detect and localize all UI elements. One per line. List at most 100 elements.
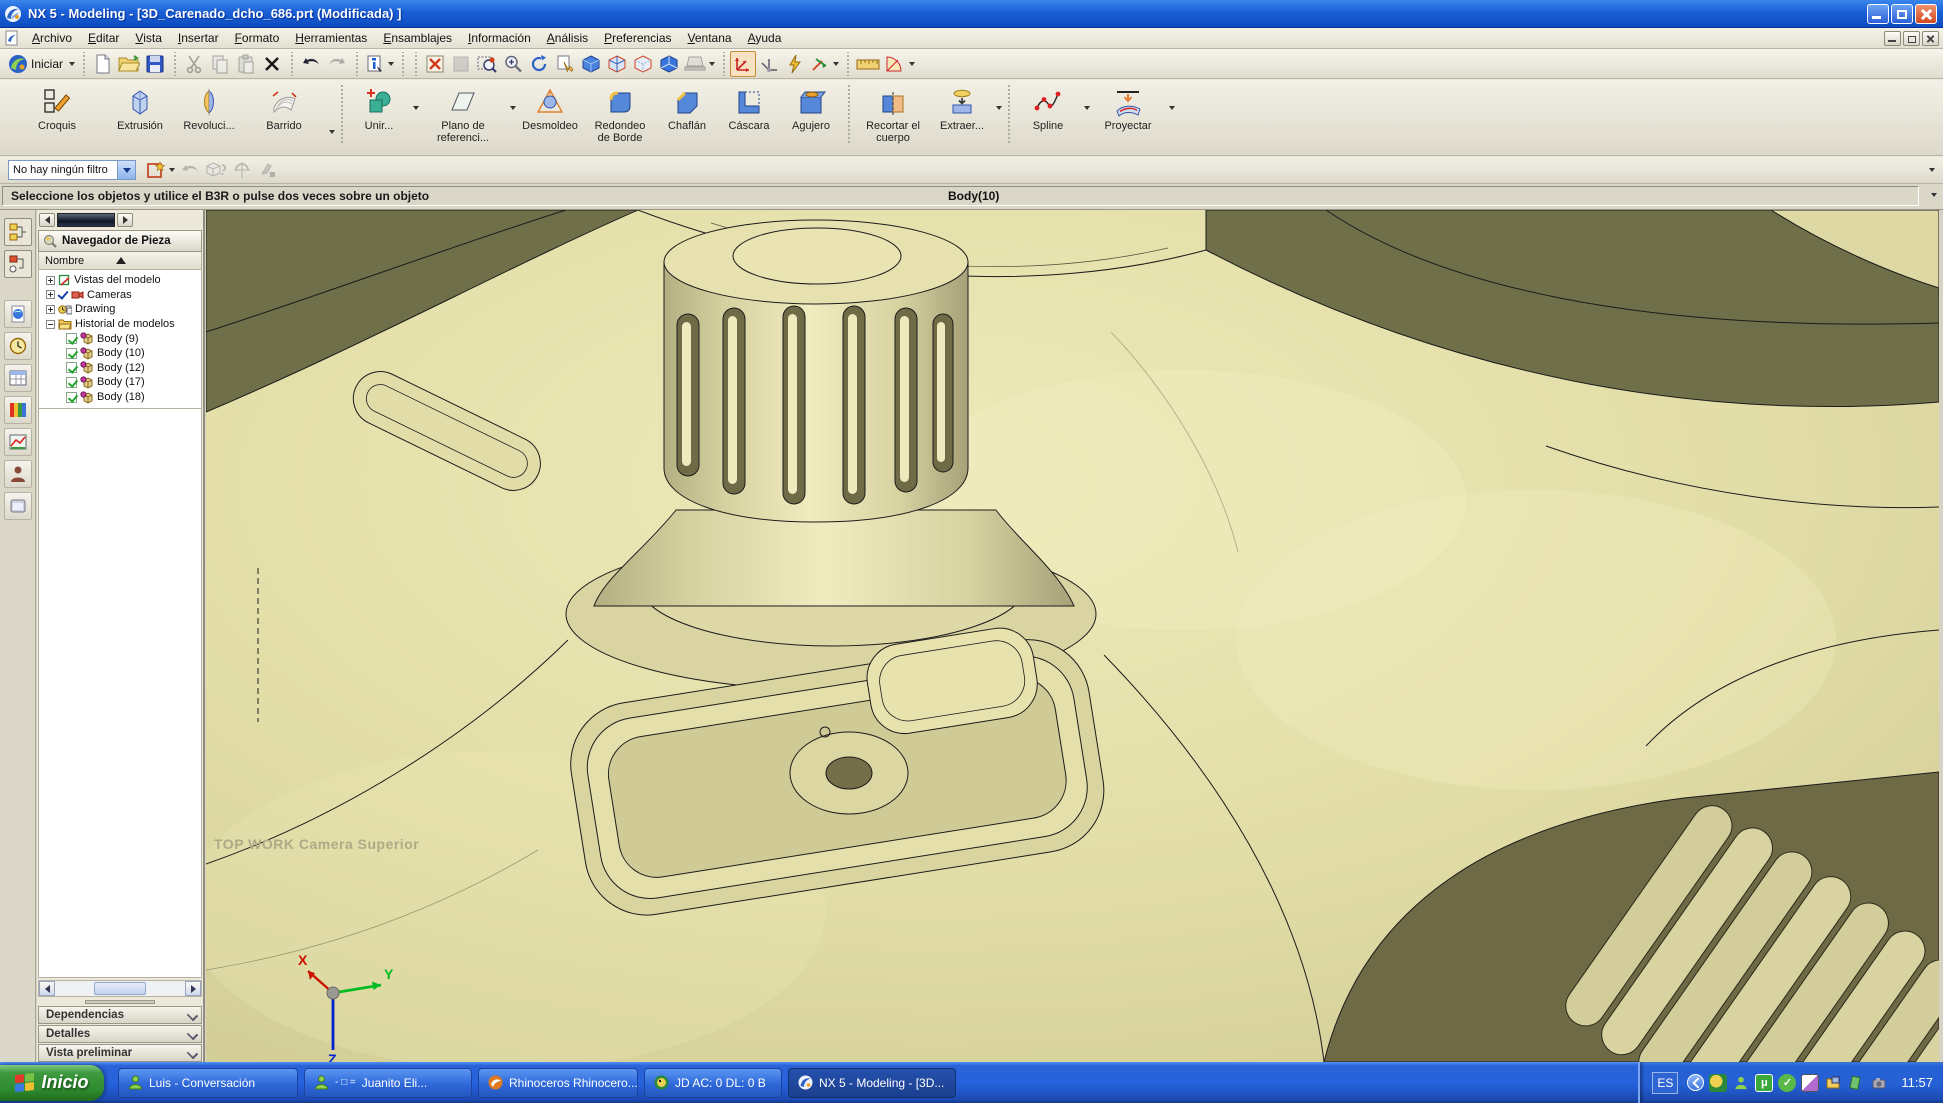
menu-preferencias[interactable]: Preferencias [596, 29, 679, 47]
orient-view-button[interactable] [656, 51, 682, 77]
constraint-navigator-button[interactable] [4, 250, 32, 278]
selection-scope-button[interactable] [203, 157, 229, 183]
delete-button[interactable] [259, 51, 285, 77]
tree-item-model-views[interactable]: Vistas del modelo [41, 273, 201, 288]
menu-formato[interactable]: Formato [227, 29, 288, 47]
menu-ayuda[interactable]: Ayuda [740, 29, 790, 47]
expander-icon[interactable] [46, 305, 55, 314]
slider-handle[interactable] [57, 213, 115, 227]
orient-arrows-button[interactable] [808, 51, 841, 77]
tray-collapse-chevron-icon[interactable] [1687, 1074, 1704, 1091]
child-restore-button[interactable] [1903, 31, 1920, 46]
copy-button[interactable] [207, 51, 233, 77]
extrude-button[interactable]: Extrusión [104, 84, 176, 135]
revolve-button[interactable]: Revoluci... [176, 84, 242, 135]
scrollbar-track[interactable] [55, 981, 185, 996]
statusbar-overflow-caret-icon[interactable] [1931, 193, 1937, 197]
3d-viewport[interactable]: TOP WORK Camera Superior X Y Z [206, 210, 1939, 1062]
wcs-dynamics-button[interactable] [756, 51, 782, 77]
reuse-library-button[interactable] [4, 300, 32, 328]
edge-blend-button[interactable]: Redondeo de Borde [584, 84, 656, 147]
information-button[interactable] [4, 364, 32, 392]
filterbar-overflow-caret-icon[interactable] [1929, 168, 1935, 172]
scroll-right-button[interactable] [185, 981, 201, 996]
general-selection-button[interactable] [144, 157, 177, 183]
tree-item-body-18[interactable]: Body (18) [41, 390, 201, 405]
tree-item-cameras[interactable]: Cameras [41, 288, 201, 303]
snap-handles-button[interactable] [782, 51, 808, 77]
assembly-navigator-button[interactable] [4, 218, 32, 246]
scroll-left-button[interactable] [39, 981, 55, 996]
checkbox-icon[interactable] [66, 392, 77, 403]
chevron-down-icon[interactable] [185, 1047, 199, 1059]
perspective-view-button[interactable] [682, 51, 717, 77]
rotate-view-button[interactable] [526, 51, 552, 77]
child-close-button[interactable] [1922, 31, 1939, 46]
card-reader-tray-icon[interactable] [1847, 1074, 1865, 1092]
paste-button[interactable] [233, 51, 259, 77]
menu-ensamblajes[interactable]: Ensamblajes [375, 29, 460, 47]
part-navigator-header[interactable]: Navegador de Pieza [38, 230, 202, 252]
chevron-down-icon[interactable] [185, 1028, 199, 1040]
menu-archivo[interactable]: Archivo [24, 29, 80, 47]
menu-ventana[interactable]: Ventana [680, 29, 740, 47]
roles-button[interactable] [4, 460, 32, 488]
project-button[interactable]: Proyectar [1090, 84, 1166, 135]
datum-plane-button[interactable]: Plano de referenci... [419, 84, 507, 147]
save-button[interactable] [142, 51, 168, 77]
trim-body-button[interactable]: Recortar el cuerpo [855, 84, 931, 147]
extract-caret-icon[interactable] [996, 106, 1002, 110]
tree-item-body-17[interactable]: Body (17) [41, 375, 201, 390]
cut-button[interactable] [181, 51, 207, 77]
checkbox-icon[interactable] [66, 333, 77, 344]
snap-inference-button[interactable] [229, 157, 255, 183]
3d-model-canvas[interactable] [206, 210, 1939, 1062]
sweep-group-caret-icon[interactable] [329, 130, 335, 134]
extract-button[interactable]: Extraer... [931, 84, 993, 135]
menu-vista[interactable]: Vista [127, 29, 169, 47]
camera-tray-icon[interactable] [1870, 1074, 1888, 1092]
torrent-tray-icon[interactable]: μ [1755, 1074, 1773, 1092]
checkbox-icon[interactable] [66, 348, 77, 359]
task-juanito[interactable]: - □ = Juanito Eli... [304, 1068, 472, 1098]
clipboard-tray-icon[interactable] [1801, 1074, 1819, 1092]
tree-column-header[interactable]: Nombre [38, 252, 202, 270]
antivirus-tray-icon[interactable]: ✓ [1778, 1074, 1796, 1092]
project-caret-icon[interactable] [1169, 106, 1175, 110]
wireframe-view-button[interactable] [604, 51, 630, 77]
menu-editar[interactable]: Editar [80, 29, 127, 47]
task-emule[interactable]: JD AC: 0 DL: 0 B [644, 1068, 782, 1098]
menu-informacion[interactable]: Información [460, 29, 539, 47]
minimize-button[interactable] [1867, 4, 1889, 24]
sketch-button[interactable]: Croquis [10, 84, 104, 135]
undo-button[interactable] [298, 51, 324, 77]
draft-button[interactable]: Desmoldeo [516, 84, 584, 135]
start-button[interactable]: Inicio [0, 1065, 104, 1101]
checkbox-icon[interactable] [66, 362, 77, 373]
details-panel-bar[interactable]: Detalles [38, 1025, 202, 1043]
task-nx5-active[interactable]: NX 5 - Modeling - [3D... [788, 1068, 956, 1098]
expander-icon[interactable] [46, 320, 55, 329]
panel-splitter[interactable] [37, 999, 203, 1005]
deselect-button[interactable] [177, 157, 203, 183]
snap-point-button[interactable] [730, 51, 756, 77]
slider-right-button[interactable] [117, 213, 133, 227]
measure-distance-button[interactable] [854, 51, 882, 77]
explorer-tray-icon[interactable] [1824, 1074, 1842, 1092]
menu-insertar[interactable]: Insertar [170, 29, 227, 47]
preview-panel-bar[interactable]: Vista preliminar [38, 1044, 202, 1062]
messenger-tray-icon[interactable] [1732, 1074, 1750, 1092]
expander-icon[interactable] [46, 290, 55, 299]
tree-item-model-history[interactable]: Historial de modelos [41, 317, 201, 332]
emule-tray-icon[interactable] [1709, 1074, 1727, 1092]
child-minimize-button[interactable] [1884, 31, 1901, 46]
expander-icon[interactable] [46, 276, 55, 285]
touch-info-button[interactable] [363, 51, 396, 77]
tree-item-body-9[interactable]: Body (9) [41, 331, 201, 346]
zoom-button[interactable] [500, 51, 526, 77]
start-menu-button[interactable]: Iniciar [6, 51, 77, 77]
shaded-view-button[interactable] [578, 51, 604, 77]
selection-filter-combo[interactable]: No hay ningún filtro [8, 160, 136, 180]
snap-point-toggle-button[interactable] [255, 157, 281, 183]
restore-button[interactable] [1891, 4, 1913, 24]
